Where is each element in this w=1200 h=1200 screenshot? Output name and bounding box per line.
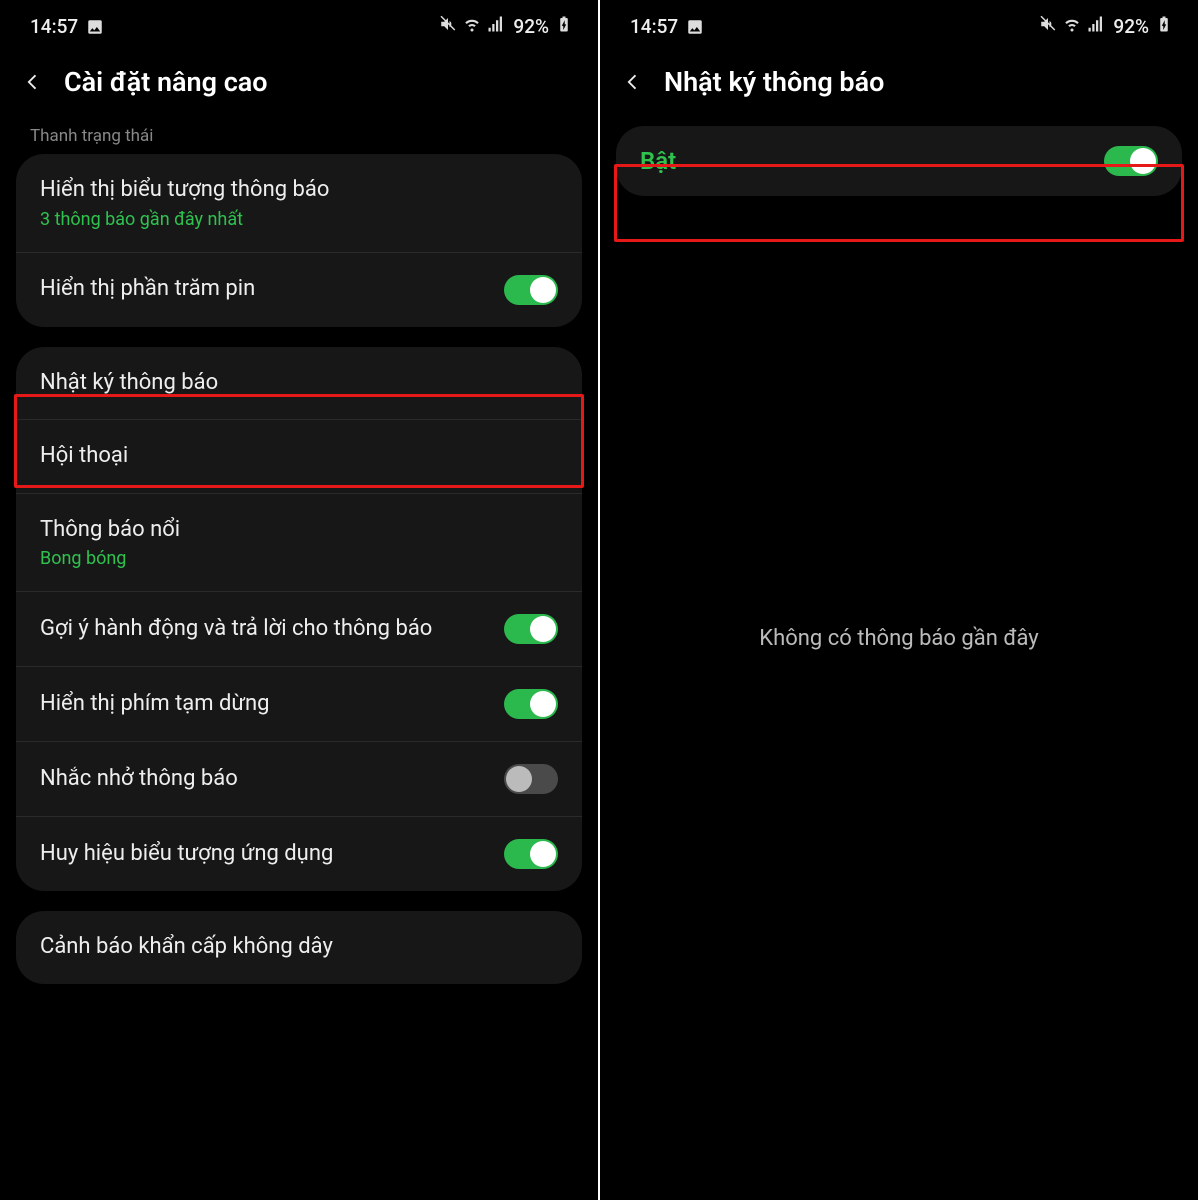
header: Nhật ký thông báo xyxy=(600,48,1198,126)
on-label: Bật xyxy=(640,147,676,175)
mute-icon xyxy=(1039,15,1057,38)
row-title: Cảnh báo khẩn cấp không dây xyxy=(40,933,546,962)
row-enable-history[interactable]: Bật xyxy=(616,126,1182,196)
row-title: Nhắc nhở thông báo xyxy=(40,765,492,794)
row-suggest-actions[interactable]: Gợi ý hành động và trả lời cho thông báo xyxy=(16,592,582,667)
toggle-notification-reminders[interactable] xyxy=(504,764,558,794)
card-notifications: Nhật ký thông báo Hội thoại Thông báo nổ… xyxy=(16,347,582,892)
row-show-notif-icons[interactable]: Hiển thị biểu tượng thông báo 3 thông bá… xyxy=(16,154,582,253)
image-icon xyxy=(86,18,104,36)
status-bar: 14:57 92% xyxy=(600,0,1198,48)
row-conversations[interactable]: Hội thoại xyxy=(16,420,582,494)
row-notification-reminders[interactable]: Nhắc nhở thông báo xyxy=(16,742,582,817)
battery-charging-icon xyxy=(1155,15,1173,38)
card-emergency: Cảnh báo khẩn cấp không dây xyxy=(16,911,582,984)
section-label-statusbar: Thanh trạng thái xyxy=(0,126,598,154)
battery-percentage: 92% xyxy=(513,15,549,38)
row-title: Hiển thị phần trăm pin xyxy=(40,275,492,304)
battery-charging-icon xyxy=(555,15,573,38)
row-title: Thông báo nổi xyxy=(40,516,546,545)
row-show-snooze[interactable]: Hiển thị phím tạm dừng xyxy=(16,667,582,742)
row-notification-history[interactable]: Nhật ký thông báo xyxy=(16,347,582,421)
page-title: Nhật ký thông báo xyxy=(664,66,884,98)
empty-state-message: Không có thông báo gần đây xyxy=(600,196,1198,1200)
wifi-icon xyxy=(463,15,481,38)
row-title: Gợi ý hành động và trả lời cho thông báo xyxy=(40,615,492,644)
row-app-icon-badges[interactable]: Huy hiệu biểu tượng ứng dụng xyxy=(16,817,582,891)
card-statusbar: Hiển thị biểu tượng thông báo 3 thông bá… xyxy=(16,154,582,327)
wifi-icon xyxy=(1063,15,1081,38)
toggle-show-snooze[interactable] xyxy=(504,689,558,719)
row-battery-percentage[interactable]: Hiển thị phần trăm pin xyxy=(16,253,582,327)
mute-icon xyxy=(439,15,457,38)
row-title: Hiển thị biểu tượng thông báo xyxy=(40,176,546,205)
row-title: Huy hiệu biểu tượng ứng dụng xyxy=(40,840,492,869)
battery-percentage: 92% xyxy=(1113,15,1149,38)
status-time: 14:57 xyxy=(630,15,678,38)
screen-notification-history: 14:57 92% Nhật ký thông báo Bật Không có… xyxy=(600,0,1200,1200)
back-button[interactable] xyxy=(20,69,46,95)
header: Cài đặt nâng cao xyxy=(0,48,598,126)
row-subtitle: 3 thông báo gần đây nhất xyxy=(40,209,546,230)
page-title: Cài đặt nâng cao xyxy=(64,66,268,98)
toggle-battery-pct[interactable] xyxy=(504,275,558,305)
toggle-enable-history[interactable] xyxy=(1104,146,1158,176)
status-time: 14:57 xyxy=(30,15,78,38)
row-floating-notifications[interactable]: Thông báo nổi Bong bóng xyxy=(16,494,582,593)
row-wireless-emergency-alerts[interactable]: Cảnh báo khẩn cấp không dây xyxy=(16,911,582,984)
image-icon xyxy=(686,18,704,36)
back-button[interactable] xyxy=(620,69,646,95)
row-title: Hiển thị phím tạm dừng xyxy=(40,690,492,719)
status-bar: 14:57 92% xyxy=(0,0,598,48)
row-subtitle: Bong bóng xyxy=(40,548,546,569)
toggle-app-icon-badges[interactable] xyxy=(504,839,558,869)
row-title: Nhật ký thông báo xyxy=(40,369,546,398)
row-title: Hội thoại xyxy=(40,442,546,471)
signal-icon xyxy=(1087,15,1105,38)
toggle-suggest-actions[interactable] xyxy=(504,614,558,644)
screen-advanced-settings: 14:57 92% Cài đặt nâng cao Thanh trạng t… xyxy=(0,0,600,1200)
signal-icon xyxy=(487,15,505,38)
